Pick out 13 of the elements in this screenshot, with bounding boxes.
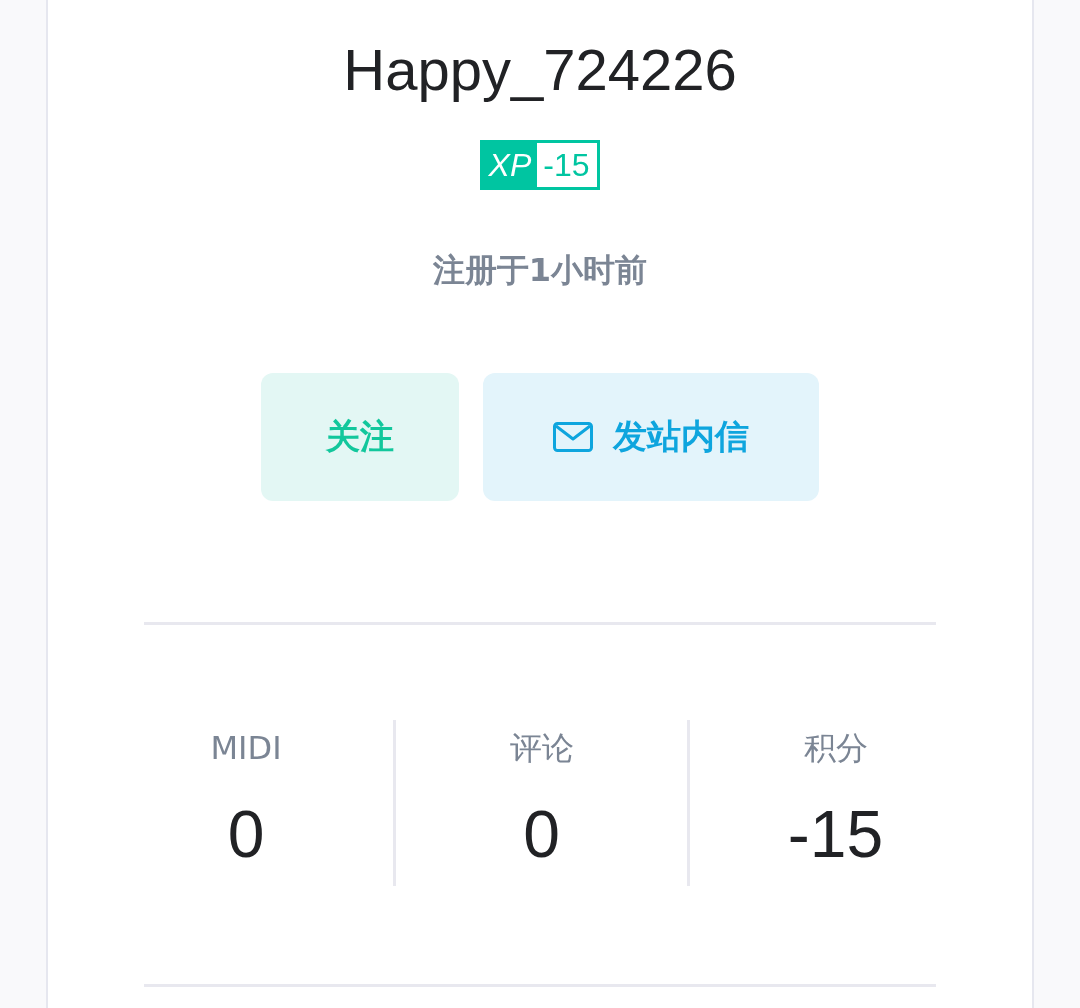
xp-value: -15 xyxy=(542,146,591,185)
stat-value: 0 xyxy=(523,796,560,872)
message-button[interactable]: 发站内信 xyxy=(483,373,819,501)
username-heading: Happy_724226 xyxy=(342,36,738,104)
stat-value: 0 xyxy=(227,796,265,872)
follow-button[interactable]: 关注 xyxy=(261,373,459,501)
envelope-icon xyxy=(553,422,593,452)
stat-label: 积分 xyxy=(803,728,868,768)
registration-time: 注册于1小时前 xyxy=(431,250,649,291)
stat-label: MIDI xyxy=(210,728,282,768)
stat-value: -15 xyxy=(787,796,884,872)
xp-label: XP xyxy=(482,143,538,187)
stat-label: 评论 xyxy=(509,728,574,768)
